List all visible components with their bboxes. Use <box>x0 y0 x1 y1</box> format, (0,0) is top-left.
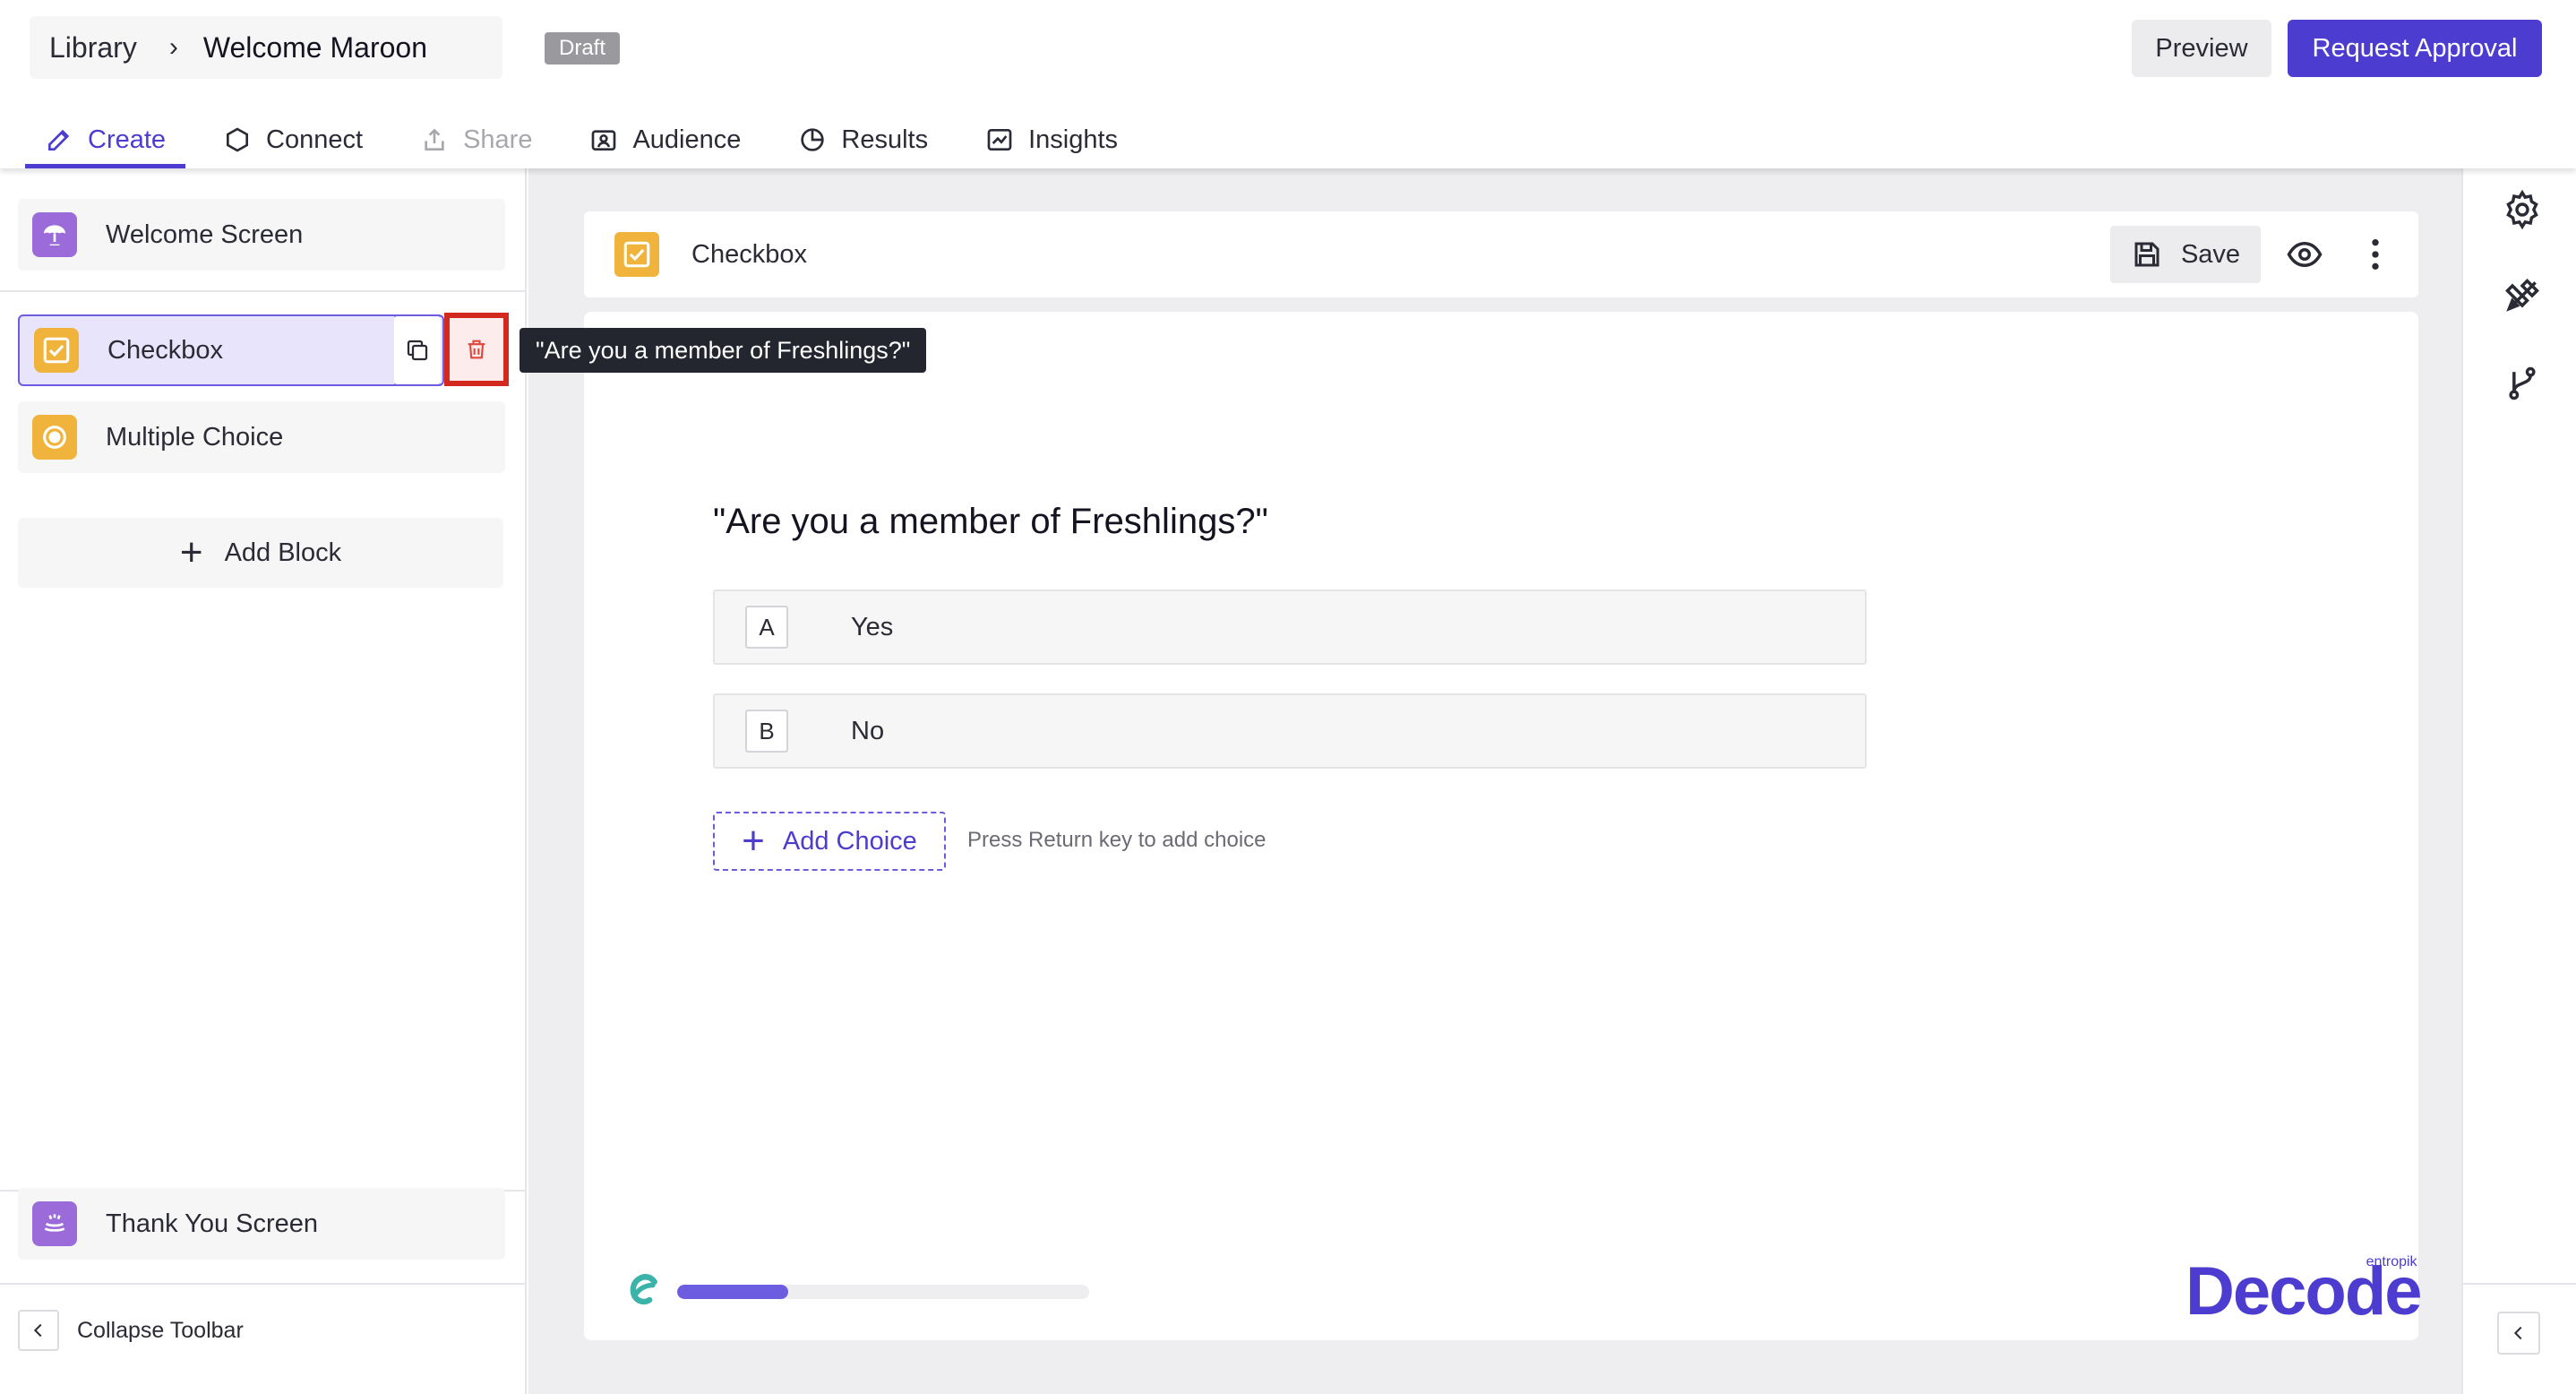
choice-text[interactable]: Yes <box>851 613 893 642</box>
checkbox-icon <box>34 328 79 373</box>
choice-key: A <box>745 606 788 649</box>
tab-label: Audience <box>632 125 742 154</box>
block-label: Welcome Screen <box>106 219 304 249</box>
tab-audience[interactable]: Audience <box>570 111 760 168</box>
save-label: Save <box>2180 239 2241 269</box>
sidebar-block-thank-you-screen[interactable]: Thank You Screen <box>18 1188 505 1260</box>
toolbar-divider <box>2461 1283 2576 1285</box>
tab-connect[interactable]: Connect <box>203 111 382 168</box>
sidebar-divider <box>0 290 525 292</box>
page-title[interactable]: Welcome Maroon <box>203 31 427 65</box>
collapse-toolbar-button[interactable]: Collapse Toolbar <box>18 1310 244 1351</box>
tab-share[interactable]: Share <box>400 111 552 168</box>
tab-insights[interactable]: Insights <box>966 111 1138 168</box>
add-choice-label: Add Choice <box>782 826 917 856</box>
sidebar-block-welcome-screen[interactable]: Welcome Screen <box>18 199 505 271</box>
audience-icon <box>592 130 616 151</box>
tab-label: Results <box>841 125 929 154</box>
block-tooltip: "Are you a member of Freshlings?" <box>519 328 927 373</box>
block-title: Checkbox <box>691 239 807 269</box>
tab-label: Create <box>88 125 167 154</box>
add-block-button[interactable]: + Add Block <box>18 518 503 588</box>
preview-block-button[interactable] <box>2277 226 2332 283</box>
checkbox-icon <box>614 232 659 277</box>
sidebar-block-multiple-choice[interactable]: Multiple Choice <box>18 401 505 473</box>
delete-block-button[interactable] <box>444 313 509 386</box>
plus-icon: + <box>742 819 765 863</box>
block-label: Thank You Screen <box>106 1209 319 1238</box>
top-header: Library › Welcome Maroon Draft Preview R… <box>0 0 2576 168</box>
design-button[interactable] <box>2501 274 2544 317</box>
logic-button[interactable] <box>2501 362 2544 405</box>
more-options-button[interactable] <box>2347 226 2404 283</box>
copy-icon <box>407 340 428 361</box>
request-approval-button[interactable]: Request Approval <box>2288 20 2542 77</box>
add-choice-hint: Press Return key to add choice <box>967 828 1267 852</box>
thank-you-icon <box>32 1201 77 1246</box>
welcome-icon <box>32 212 77 257</box>
breadcrumb-library-link[interactable]: Library <box>49 31 137 65</box>
add-block-label: Add Block <box>224 538 342 567</box>
progress-bar <box>677 1285 1089 1299</box>
save-button[interactable]: Save <box>2110 226 2261 283</box>
settings-button[interactable] <box>2501 188 2544 231</box>
choice-item[interactable]: B No <box>713 693 1867 769</box>
tab-results[interactable]: Results <box>778 111 948 168</box>
tab-create[interactable]: Create <box>25 111 186 168</box>
right-toolbar <box>2461 168 2576 1394</box>
decode-logo: entropik Decode <box>2185 1254 2423 1326</box>
block-label: Multiple Choice <box>106 422 284 452</box>
status-badge: Draft <box>545 32 621 65</box>
choice-key: B <box>745 710 788 753</box>
plus-icon: + <box>179 530 203 574</box>
progress-bar-fill <box>677 1285 789 1299</box>
breadcrumb: Library › Welcome Maroon <box>30 16 502 79</box>
pie-chart-icon <box>801 128 825 151</box>
question-text[interactable]: "Are you a member of Freshlings?" <box>713 502 1268 542</box>
eye-icon <box>2287 241 2323 268</box>
collapse-toolbar-label: Collapse Toolbar <box>77 1317 244 1343</box>
nav-tabs: Create Connect Share Audience Results In… <box>25 111 1155 168</box>
hexagon-icon <box>227 127 249 152</box>
share-icon <box>425 128 444 151</box>
trash-icon <box>468 340 485 359</box>
choice-text[interactable]: No <box>851 717 884 746</box>
save-icon <box>2134 242 2160 267</box>
blocks-sidebar: Welcome Screen Checkbox Multiple Choice … <box>0 168 527 1394</box>
block-label: Checkbox <box>107 335 223 365</box>
radio-icon <box>32 415 77 460</box>
chevron-right-icon: › <box>168 32 178 62</box>
add-choice-button[interactable]: + Add Choice <box>713 812 946 871</box>
tab-label: Share <box>463 125 533 154</box>
choice-item[interactable]: A Yes <box>713 589 1867 665</box>
sidebar-divider <box>0 1283 525 1285</box>
tab-label: Connect <box>266 125 364 154</box>
preview-button[interactable]: Preview <box>2132 20 2271 77</box>
pencil-icon <box>48 129 70 151</box>
gear-icon <box>2506 189 2538 230</box>
entropik-label: entropik <box>2366 1254 2417 1269</box>
chevron-left-icon <box>18 1310 59 1351</box>
more-vertical-icon <box>2372 239 2379 270</box>
duplicate-block-button[interactable] <box>394 314 441 386</box>
insights-icon <box>987 129 1012 151</box>
tab-label: Insights <box>1028 125 1119 154</box>
branch-icon <box>2509 366 2536 400</box>
sidebar-block-checkbox[interactable]: Checkbox <box>18 314 444 386</box>
entropik-e-icon <box>630 1274 657 1305</box>
chevron-left-icon <box>2513 1326 2522 1340</box>
design-tools-icon <box>2505 279 2539 312</box>
expand-panel-button[interactable] <box>2497 1312 2540 1355</box>
